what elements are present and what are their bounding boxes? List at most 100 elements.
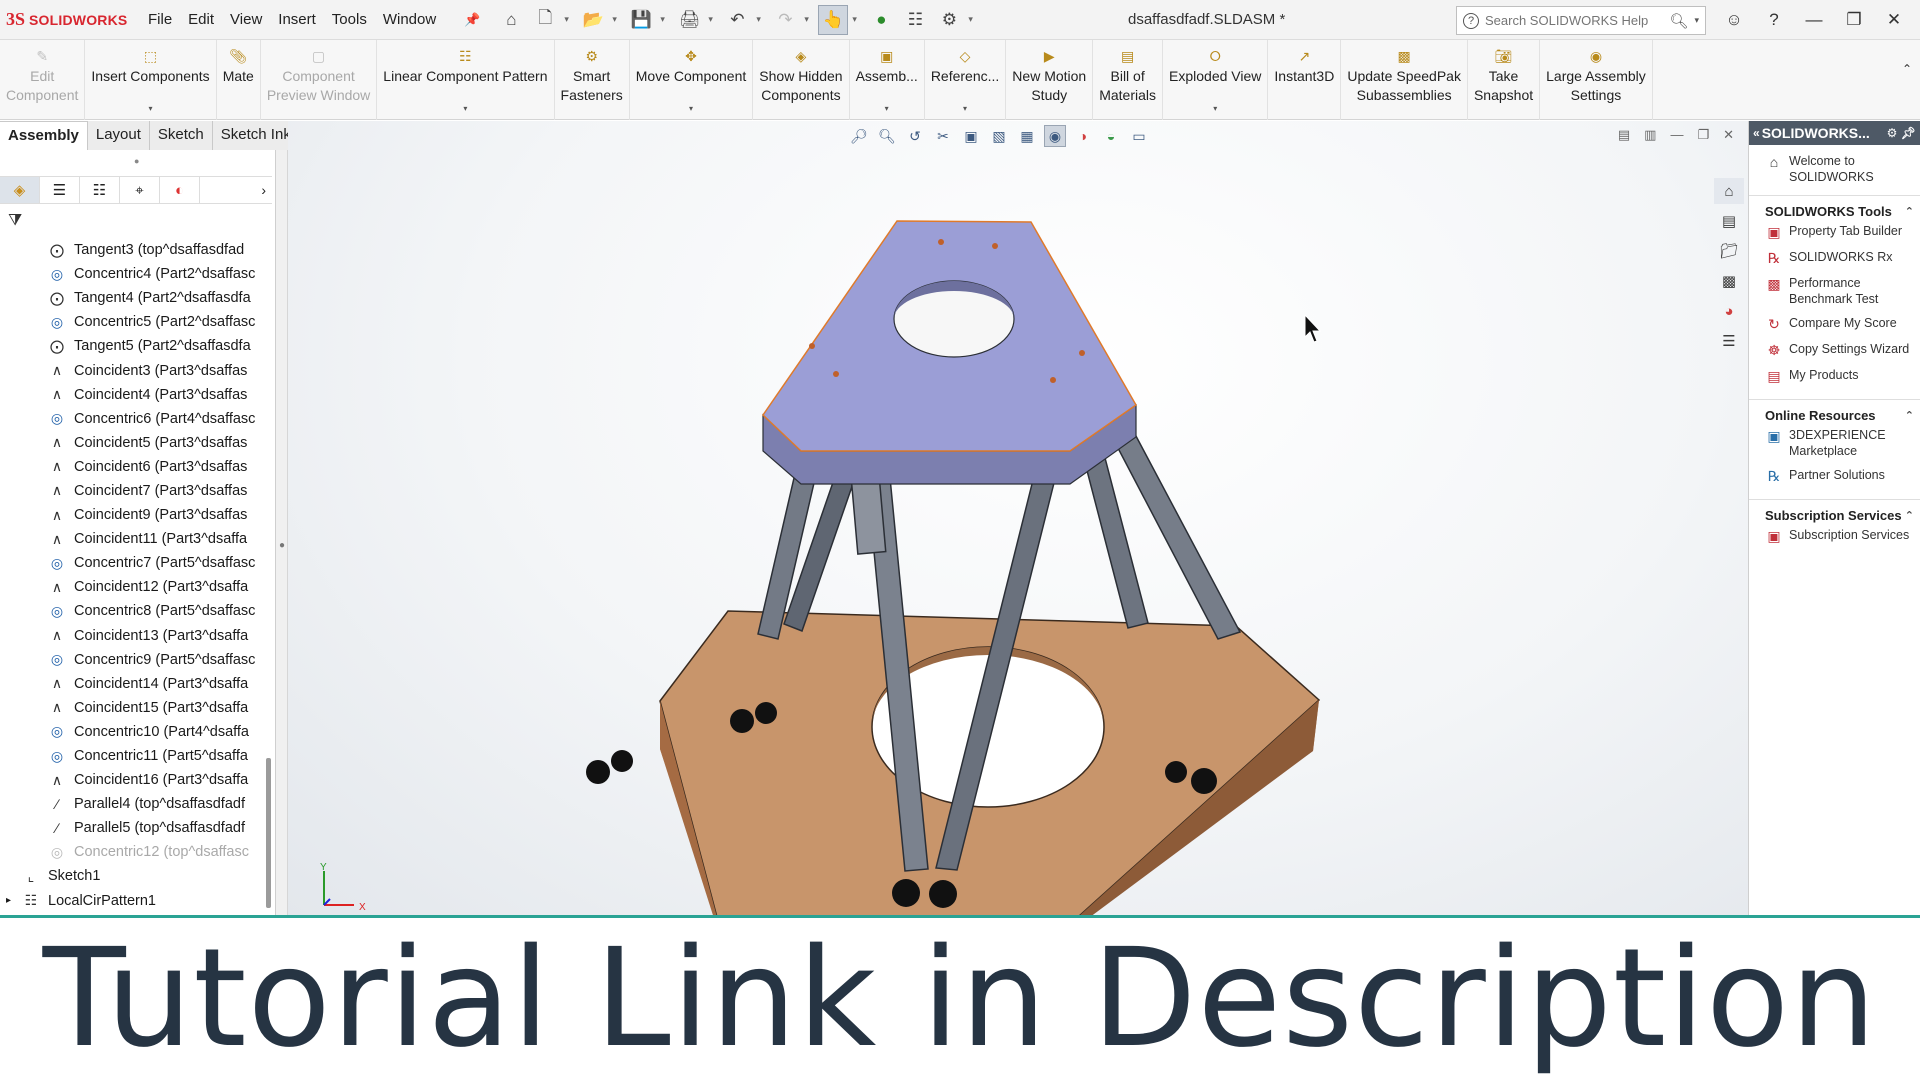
new-motion-study-button[interactable]: ▶ New Motion Study xyxy=(1006,40,1094,120)
tree-node[interactable]: ◎ Concentric5 (Part2^dsaffasc xyxy=(0,310,262,334)
tree-node[interactable]: ◎ Concentric10 (Part4^dsaffa xyxy=(0,720,262,744)
tab-sketch-ink[interactable]: Sketch Ink xyxy=(212,121,300,150)
stewart-platform-model[interactable] xyxy=(288,121,1748,915)
viewport-close-icon[interactable]: ✕ xyxy=(1723,127,1734,143)
menu-view[interactable]: View xyxy=(222,11,270,28)
file-explorer-icon[interactable]: 📁︎ xyxy=(1714,238,1744,264)
zoom-to-area-icon[interactable]: 🔍︎ xyxy=(876,125,898,147)
tree-node[interactable]: ∕ Parallel5 (top^dsaffasdfadf xyxy=(0,816,262,840)
viewport-minimize-icon[interactable]: — xyxy=(1670,127,1683,143)
view-orientation-icon[interactable]: ▧ xyxy=(988,125,1010,147)
search-dropdown-icon[interactable]: ▾ xyxy=(1694,15,1699,26)
welcome-link[interactable]: ⌂ Welcome to SOLIDWORKS xyxy=(1749,149,1920,189)
tree-node[interactable]: ∧ Coincident11 (Part3^dsaffa xyxy=(0,527,262,551)
link-partner-solutions[interactable]: ℞ Partner Solutions xyxy=(1749,463,1920,489)
tree-node[interactable]: ∧ Coincident15 (Part3^dsaffa xyxy=(0,696,262,720)
menu-insert[interactable]: Insert xyxy=(270,11,324,28)
tree-node[interactable]: ∧ Coincident7 (Part3^dsaffas xyxy=(0,479,262,503)
link-property-tab-builder[interactable]: ▣ Property Tab Builder xyxy=(1749,219,1920,245)
tree-node[interactable]: ◎ Concentric8 (Part5^dsaffasc xyxy=(0,599,262,623)
tree-node[interactable]: ∧ Coincident6 (Part3^dsaffas xyxy=(0,455,262,479)
edit-appearance-icon[interactable]: ◑ xyxy=(1072,125,1094,147)
menu-edit[interactable]: Edit xyxy=(180,11,222,28)
section-subscription-services[interactable]: Subscription Services ⌃ xyxy=(1749,499,1920,523)
ribbon-dropdown-icon[interactable]: ▾ xyxy=(963,99,967,118)
tree-node[interactable]: ∧ Coincident13 (Part3^dsaffa xyxy=(0,624,262,648)
configuration-manager-tab-icon[interactable]: ☷ xyxy=(80,177,120,203)
menu-tools[interactable]: Tools xyxy=(324,11,375,28)
collapse-ribbon-icon[interactable]: ⌃ xyxy=(1902,62,1912,76)
user-account-icon[interactable]: ☺ xyxy=(1720,6,1748,34)
instant3d-button[interactable]: ↗ Instant3D xyxy=(1268,40,1342,120)
take-snapshot-button[interactable]: 📷︎ Take Snapshot xyxy=(1468,40,1541,120)
tree-node[interactable]: ⨀ Tangent3 (top^dsaffasdfad xyxy=(0,238,262,262)
menu-file[interactable]: File xyxy=(140,11,180,28)
referenc-button[interactable]: ◇ Referenc... ▾ xyxy=(925,40,1007,120)
bill-of-materials-button[interactable]: ▤ Bill of Materials xyxy=(1093,40,1164,120)
expand-task-pane-icon[interactable]: « xyxy=(1753,126,1760,140)
link-copy-settings-wizard[interactable]: ☸ Copy Settings Wizard xyxy=(1749,337,1920,363)
apply-scene-icon[interactable]: ◒ xyxy=(1100,125,1122,147)
viewport-tile-left-icon[interactable]: ▤ xyxy=(1618,127,1630,143)
new-document-icon[interactable]: 🗋 xyxy=(530,5,560,35)
component-preview-window-button[interactable]: ▢ Component Preview Window xyxy=(261,40,378,120)
hide-show-items-icon[interactable]: ◉ xyxy=(1044,125,1066,147)
ribbon-dropdown-icon[interactable]: ▾ xyxy=(149,99,153,118)
tree-node[interactable]: ⨀ Tangent5 (Part2^dsaffasdfa xyxy=(0,334,262,358)
restore-icon[interactable]: ❐ xyxy=(1840,6,1868,34)
linear-component-pattern-button[interactable]: ☷ Linear Component Pattern ▾ xyxy=(377,40,555,120)
update-speedpak-subassemblies-button[interactable]: ▩ Update SpeedPak Subassemblies xyxy=(1341,40,1468,120)
previous-view-icon[interactable]: ↺ xyxy=(904,125,926,147)
top-plate[interactable] xyxy=(762,220,1137,485)
link-solidworks-rx[interactable]: ℞ SOLIDWORKS Rx xyxy=(1749,245,1920,271)
tree-node[interactable]: ◎ Concentric11 (Part5^dsaffa xyxy=(0,744,262,768)
dimxpert-tab-icon[interactable]: ⌖ xyxy=(120,177,160,203)
move-component-button[interactable]: ✥ Move Component ▾ xyxy=(630,40,754,120)
tree-node[interactable]: ◎ Concentric6 (Part4^dsaffasc xyxy=(0,407,262,431)
graphics-area[interactable]: 🔎︎ 🔍︎ ↺ ✂ ▣ ▧ ▦ ◉ ◑ ◒ ▭ ▤ ▥ — ❐ ✕ Y X xyxy=(288,121,1748,915)
tree-node[interactable]: ◎ Concentric12 (top^dsaffasc xyxy=(0,840,262,864)
tree-node[interactable]: ∧ Coincident14 (Part3^dsaffa xyxy=(0,672,262,696)
ribbon-dropdown-icon[interactable]: ▾ xyxy=(1213,99,1217,118)
panel-splitter[interactable]: ● xyxy=(276,150,288,915)
resources-home-icon[interactable]: ⌂ xyxy=(1714,178,1744,204)
help-search-input[interactable] xyxy=(1485,13,1664,28)
tab-layout[interactable]: Layout xyxy=(87,121,150,150)
custom-properties-icon[interactable]: ☰ xyxy=(1714,328,1744,354)
close-icon[interactable]: ✕ xyxy=(1880,6,1908,34)
open-dropdown-icon[interactable]: ▾ xyxy=(612,14,622,25)
display-manager-tab-icon[interactable]: ◐ xyxy=(160,177,200,203)
zoom-to-fit-icon[interactable]: 🔎︎ xyxy=(848,125,870,147)
feature-manager-tab-icon[interactable]: ◈ xyxy=(0,177,40,203)
tree-node[interactable]: ⨀ Tangent4 (Part2^dsaffasdfa xyxy=(0,286,262,310)
expand-arrow-icon[interactable]: ▸ xyxy=(6,895,20,906)
select-dropdown-icon[interactable]: ▾ xyxy=(852,14,862,25)
tree-scrollbar[interactable] xyxy=(266,758,271,908)
dynamic-annotation-icon[interactable]: ▣ xyxy=(960,125,982,147)
tree-node[interactable]: ∧ Coincident3 (Part3^dsaffas xyxy=(0,358,262,382)
display-style-icon[interactable]: ▦ xyxy=(1016,125,1038,147)
undo-dropdown-icon[interactable]: ▾ xyxy=(756,14,766,25)
assemb-button[interactable]: ▣ Assemb... ▾ xyxy=(850,40,925,120)
print-dropdown-icon[interactable]: ▾ xyxy=(708,14,718,25)
search-icon[interactable]: 🔍︎ xyxy=(1669,12,1688,30)
ribbon-dropdown-icon[interactable]: ▾ xyxy=(885,99,889,118)
section-online-resources[interactable]: Online Resources ⌃ xyxy=(1749,399,1920,423)
home-icon[interactable]: ⌂ xyxy=(496,5,526,35)
save-icon[interactable]: 💾 xyxy=(626,5,656,35)
tree-node[interactable]: ∕ Parallel4 (top^dsaffasdfadf xyxy=(0,792,262,816)
viewport-restore-icon[interactable]: ❐ xyxy=(1697,127,1709,143)
redo-icon[interactable]: ↷ xyxy=(770,5,800,35)
tree-node[interactable]: ◎ Concentric7 (Part5^dsaffasc xyxy=(0,551,262,575)
show-hidden-components-button[interactable]: ◈ Show Hidden Components xyxy=(753,40,850,120)
file-properties-icon[interactable]: ☷ xyxy=(900,5,930,35)
solidworks-logo[interactable]: 3S SOLIDWORKS xyxy=(0,0,140,40)
link-my-products[interactable]: ▤ My Products xyxy=(1749,363,1920,389)
edit-component-button[interactable]: ✎ Edit Component xyxy=(0,40,86,120)
panel-grip-icon[interactable]: ● xyxy=(134,156,139,166)
exploded-view-button[interactable]: ⭘ Exploded View ▾ xyxy=(1163,40,1269,120)
collapse-chevron-icon[interactable]: ⌃ xyxy=(1905,409,1914,422)
task-pane-options-icon[interactable]: ⚙ 📌︎ xyxy=(1887,126,1920,140)
mate-button[interactable]: 📎︎ Mate xyxy=(217,40,261,120)
minimize-icon[interactable]: — xyxy=(1800,6,1828,34)
